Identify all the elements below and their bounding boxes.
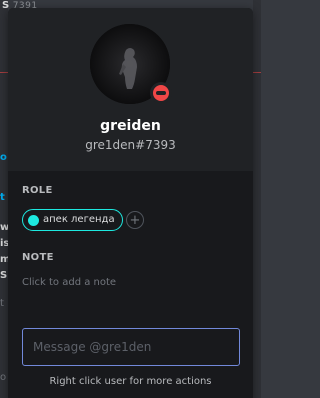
- background-chat-fragment: o: [0, 152, 7, 163]
- profile-tag[interactable]: gre1den#7393: [8, 137, 253, 153]
- do-not-disturb-icon: [153, 85, 169, 101]
- profile-username: greiden: [100, 118, 161, 134]
- background-chat-fragment: o: [0, 372, 7, 383]
- note-section-label: NOTE: [22, 252, 54, 263]
- background-chat-fragment: S: [0, 270, 8, 281]
- user-profile-popout: greiden gre1den#7393 ROLE апек легенда +…: [8, 8, 253, 398]
- background-chat-fragment: t: [0, 298, 4, 309]
- note-input[interactable]: Click to add a note: [22, 277, 116, 289]
- avatar-container[interactable]: [90, 24, 172, 104]
- role-color-dot[interactable]: [28, 214, 39, 226]
- context-menu-hint: Right click user for more actions: [49, 376, 212, 387]
- background-right-edge: [253, 0, 261, 398]
- status-badge: [150, 82, 172, 104]
- background-chat-fragment: t: [0, 192, 5, 203]
- role-pill[interactable]: апек легенда: [22, 209, 123, 231]
- direct-message-input[interactable]: [22, 328, 240, 366]
- role-name: апек легенда: [43, 214, 115, 225]
- background-new-messages-divider-right: [253, 72, 261, 73]
- roles-section-label: ROLE: [22, 185, 53, 196]
- app-window: S 7391 o t w is m S t o greiden gre1den#…: [0, 0, 261, 398]
- background-new-messages-divider-left: [0, 72, 8, 73]
- add-role-button[interactable]: +: [126, 211, 144, 229]
